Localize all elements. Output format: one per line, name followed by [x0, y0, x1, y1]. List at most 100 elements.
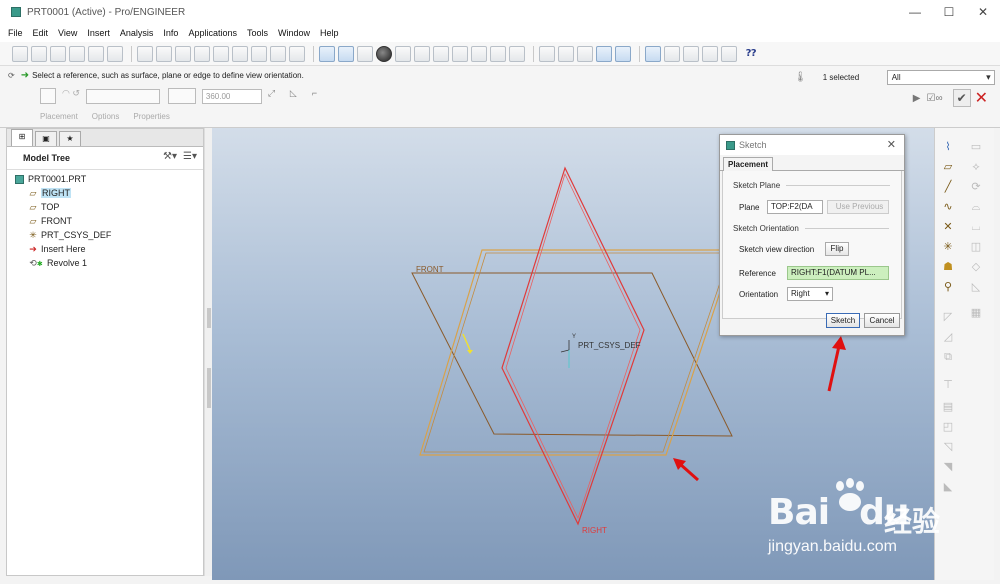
copy-icon[interactable]	[194, 45, 210, 62]
view-manager-icon[interactable]	[509, 45, 525, 62]
trim-dim-icon[interactable]: ◰	[941, 420, 955, 434]
sketch-button[interactable]: Sketch	[826, 313, 860, 328]
appearance-sphere-icon[interactable]	[376, 45, 392, 62]
datum-axis-tool-icon[interactable]: ╱	[941, 180, 955, 194]
paste-special-icon[interactable]	[232, 45, 248, 62]
tab-placement[interactable]: Placement	[40, 112, 78, 121]
zoom-out-icon[interactable]	[414, 45, 430, 62]
splitter-knob[interactable]	[207, 368, 211, 408]
menu-edit[interactable]: Edit	[33, 28, 49, 38]
csys-marker[interactable]: Y	[560, 334, 576, 368]
enhanced-realism-icon[interactable]	[615, 45, 631, 62]
csys-tool-icon[interactable]: ✳	[941, 240, 955, 254]
annotation-display-icon[interactable]	[721, 45, 737, 62]
csys-display-icon[interactable]	[702, 45, 718, 62]
tree-root[interactable]: PRT0001.PRT	[7, 172, 203, 186]
tree-columns-icon[interactable]: ☰▾	[183, 151, 197, 162]
zoom-in-icon[interactable]	[395, 45, 411, 62]
cut-icon[interactable]	[175, 45, 191, 62]
tab-properties[interactable]: Properties	[133, 112, 169, 121]
favorites-tab-icon[interactable]: ★	[59, 131, 81, 146]
context-help-icon[interactable]: ⁇	[746, 48, 756, 59]
plane-reference-field[interactable]: TOP:F2(DA	[767, 200, 823, 214]
preview-glasses-icon[interactable]: ☑∞	[927, 93, 943, 104]
pause-play-icon[interactable]: ▶	[913, 93, 921, 104]
menu-applications[interactable]: Applications	[188, 28, 237, 38]
hidden-line-icon[interactable]	[558, 45, 574, 62]
surface-toggle-icon[interactable]: ◠ ↺	[62, 88, 80, 104]
datum-axes-display-icon[interactable]	[664, 45, 680, 62]
use-previous-button[interactable]: Use Previous	[827, 200, 889, 214]
direction-arrow-icon[interactable]	[462, 333, 473, 354]
menu-help[interactable]: Help	[320, 28, 339, 38]
tree-item-right[interactable]: ▱ RIGHT	[7, 186, 203, 200]
undo-icon[interactable]	[137, 45, 153, 62]
cancel-button[interactable]: Cancel	[864, 313, 900, 328]
chamfer-dim-icon[interactable]: ◿	[941, 330, 955, 344]
tree-item-csys[interactable]: ✳ PRT_CSYS_DEF	[7, 228, 203, 242]
no-hidden-icon[interactable]	[577, 45, 593, 62]
dialog-close-icon[interactable]: ✕	[887, 138, 896, 151]
menu-view[interactable]: View	[58, 28, 77, 38]
datum-point-tool-icon[interactable]: ✕	[941, 220, 955, 234]
analysis-feature-icon[interactable]: ☗	[941, 260, 955, 274]
regenerate-icon[interactable]	[251, 45, 267, 62]
repaint-icon[interactable]	[319, 45, 335, 62]
orientation-select[interactable]: Right	[787, 287, 833, 301]
new-file-icon[interactable]	[12, 45, 28, 62]
minimize-button[interactable]: —	[898, 0, 932, 24]
tree-item-top[interactable]: ▱ TOP	[7, 200, 203, 214]
tab-placement[interactable]: Placement	[723, 157, 774, 172]
menu-insert[interactable]: Insert	[87, 28, 110, 38]
dialog-titlebar[interactable]: Sketch ✕	[720, 135, 904, 155]
selection-filter-dropdown[interactable]: All	[886, 70, 995, 85]
datum-planes-display-icon[interactable]	[645, 45, 661, 62]
remove-material-icon[interactable]: ◺	[290, 88, 306, 104]
draft-dim-icon[interactable]: ▦	[969, 306, 983, 320]
menu-window[interactable]: Window	[278, 28, 310, 38]
offset-dim-icon[interactable]: ◹	[941, 440, 955, 454]
round-dim-icon[interactable]: ◸	[941, 310, 955, 324]
pattern-dim-icon[interactable]: ⧉	[941, 350, 955, 364]
tree-item-revolve[interactable]: ⟲✱ Revolve 1	[7, 256, 203, 270]
layers-icon[interactable]	[490, 45, 506, 62]
datum-graph-icon[interactable]: ⚲	[941, 280, 955, 294]
datum-plane-tool-icon[interactable]: ▱	[941, 160, 955, 174]
datum-points-display-icon[interactable]	[683, 45, 699, 62]
open-folder-icon[interactable]	[31, 45, 47, 62]
top-datum-plane[interactable]	[419, 249, 735, 456]
solid-toggle-button[interactable]	[40, 88, 56, 104]
save-icon[interactable]	[50, 45, 66, 62]
tree-item-front[interactable]: ▱ FRONT	[7, 214, 203, 228]
paste-icon[interactable]	[213, 45, 229, 62]
tab-options[interactable]: Options	[92, 112, 120, 121]
refit-icon[interactable]	[433, 45, 449, 62]
front-datum-plane[interactable]	[411, 272, 733, 437]
menu-info[interactable]: Info	[163, 28, 178, 38]
menu-analysis[interactable]: Analysis	[120, 28, 154, 38]
shell-dim-icon[interactable]: ◇	[969, 260, 983, 274]
reorient-icon[interactable]	[452, 45, 468, 62]
close-window-button[interactable]: ✕	[966, 0, 1000, 24]
maximize-button[interactable]: ☐	[932, 0, 966, 24]
extrude-dim-icon[interactable]: ⟡	[969, 160, 983, 174]
rib-dim-icon[interactable]: ◺	[969, 280, 983, 294]
hole-dim-icon[interactable]: ◫	[969, 240, 983, 254]
cancel-x-button[interactable]: ✕	[975, 88, 988, 108]
sketch-tool-icon[interactable]: ⌇	[941, 140, 955, 154]
flip-direction-icon[interactable]: ⤢	[268, 88, 284, 104]
redo-icon[interactable]	[156, 45, 172, 62]
splitter-knob[interactable]	[207, 308, 211, 328]
datum-curve-tool-icon[interactable]: ∿	[941, 200, 955, 214]
find-icon[interactable]	[270, 45, 286, 62]
saved-views-icon[interactable]	[471, 45, 487, 62]
panel-splitter[interactable]	[204, 128, 212, 576]
model-tree-tab-icon[interactable]: ⊞	[11, 129, 33, 146]
flip-button[interactable]: Flip	[825, 242, 849, 256]
axis-collector-field[interactable]	[85, 88, 160, 104]
angle-option-dropdown[interactable]	[167, 88, 196, 104]
select-box-icon[interactable]	[289, 45, 305, 62]
angle-value-field[interactable]: 360.00	[201, 88, 262, 104]
menu-file[interactable]: File	[8, 28, 23, 38]
thicken-dim-icon[interactable]: ◥	[941, 460, 955, 474]
